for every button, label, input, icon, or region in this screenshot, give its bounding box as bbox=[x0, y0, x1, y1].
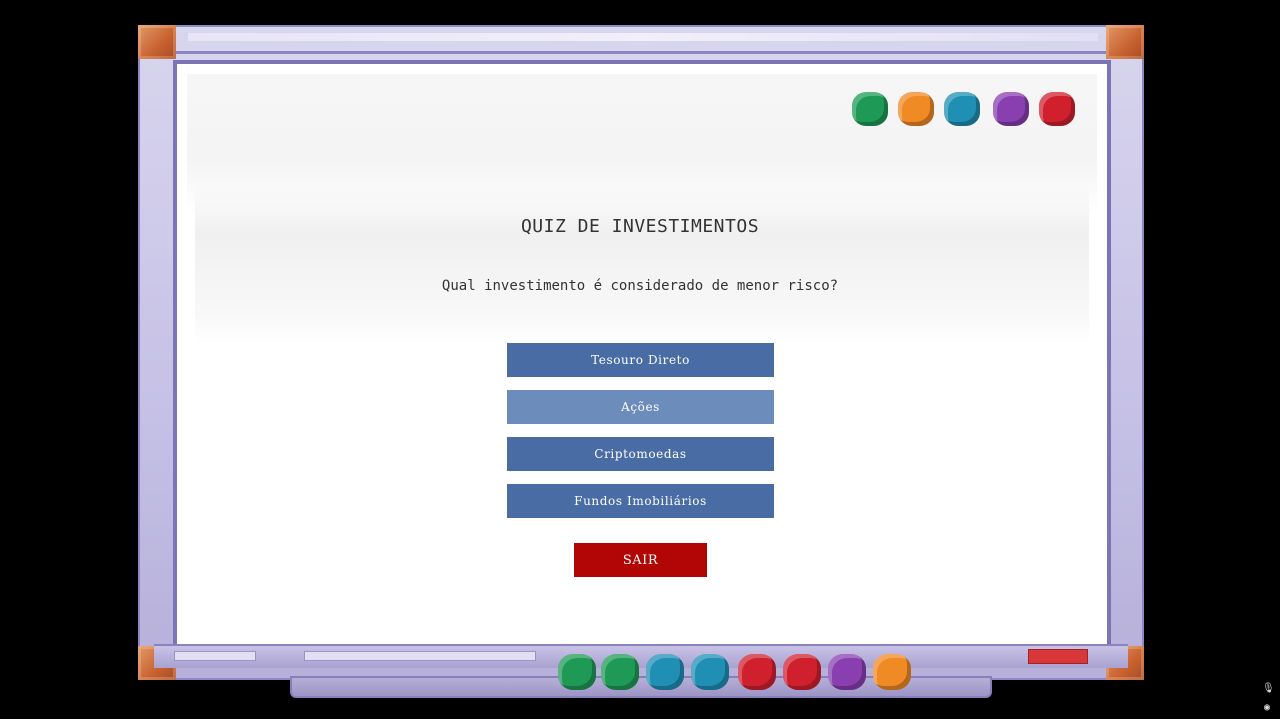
orange-gem-icon bbox=[898, 92, 934, 126]
answer-button-fundos-imobiliarios[interactable]: Fundos Imobiliários bbox=[507, 484, 774, 518]
red-gem-icon bbox=[738, 654, 776, 690]
game-stage: QUIZ DE INVESTIMENTOS Qual investimento … bbox=[0, 0, 1280, 719]
answer-button-tesouro-direto[interactable]: Tesouro Direto bbox=[507, 343, 774, 377]
teal-gem-icon bbox=[646, 654, 684, 690]
purple-gem-icon bbox=[828, 654, 866, 690]
answer-list: Tesouro Direto Ações Criptomoedas Fundos… bbox=[507, 343, 774, 531]
surface-smudge bbox=[195, 184, 1089, 344]
red-gem-icon bbox=[1039, 92, 1075, 126]
answer-item: Criptomoedas bbox=[507, 437, 774, 471]
answer-button-criptomoedas[interactable]: Criptomoedas bbox=[507, 437, 774, 471]
green-gem-icon bbox=[852, 92, 888, 126]
quiz-question: Qual investimento é considerado de menor… bbox=[441, 278, 839, 294]
tray-slot bbox=[174, 651, 256, 661]
green-gem-icon bbox=[558, 654, 596, 690]
quiz-title: QUIZ DE INVESTIMENTOS bbox=[520, 216, 760, 237]
teal-gem-icon bbox=[944, 92, 980, 126]
frame-corner-top-right bbox=[1106, 25, 1144, 59]
frame-corner-top-left bbox=[138, 25, 176, 59]
green-gem-icon bbox=[601, 654, 639, 690]
answer-button-acoes[interactable]: Ações bbox=[507, 390, 774, 424]
tray-slot bbox=[304, 651, 536, 661]
orange-gem-icon bbox=[873, 654, 911, 690]
exit-button[interactable]: SAIR bbox=[574, 543, 707, 577]
record-icon[interactable]: ◉ bbox=[1262, 703, 1272, 713]
marker-tray bbox=[154, 644, 1128, 668]
frame-highlight bbox=[188, 33, 1098, 41]
frame-rail bbox=[170, 51, 1112, 54]
purple-gem-icon bbox=[993, 92, 1029, 126]
microphone-icon[interactable]: 🎙 bbox=[1262, 684, 1275, 694]
answer-item: Fundos Imobiliários bbox=[507, 484, 774, 518]
answer-item: Ações bbox=[507, 390, 774, 424]
eraser-icon bbox=[1028, 649, 1088, 664]
answer-item: Tesouro Direto bbox=[507, 343, 774, 377]
red-gem-icon bbox=[783, 654, 821, 690]
teal-gem-icon bbox=[691, 654, 729, 690]
